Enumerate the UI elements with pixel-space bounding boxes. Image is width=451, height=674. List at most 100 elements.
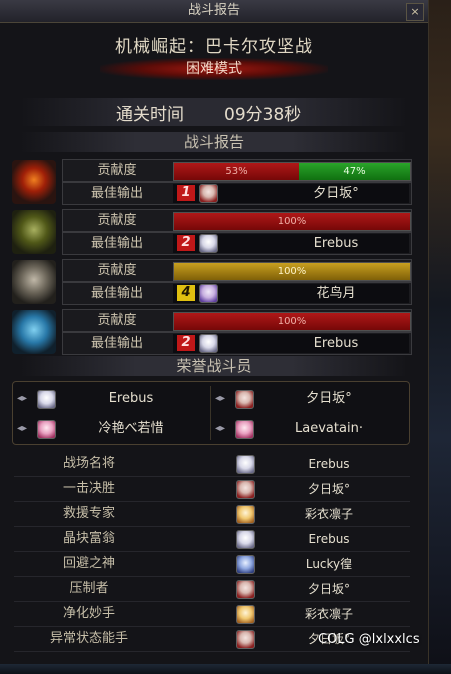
wing-icon: ◂▸ xyxy=(215,393,226,404)
player-avatar xyxy=(236,530,255,549)
best-damage-player: 1 夕日坂° xyxy=(173,184,409,203)
contribution-segment: 100% xyxy=(174,313,410,330)
award-title: 回避之神 xyxy=(62,556,115,571)
award-row: 晶块富翁 Erebus xyxy=(14,527,410,552)
honor-member-name: 冷艳べ若惜 xyxy=(98,421,164,436)
honor-member[interactable]: ◂▸ 冷艳べ若惜 xyxy=(17,414,213,444)
player-avatar xyxy=(37,420,56,439)
award-title: 压制者 xyxy=(69,581,109,596)
award-player-name: 彩衣凛子 xyxy=(304,507,353,521)
best-damage-player: 4 花鸟月 xyxy=(173,284,409,303)
rank-icon: 1 xyxy=(177,185,195,201)
award-title: 战场名将 xyxy=(62,456,115,471)
contribution-label: 贡献度 xyxy=(97,313,137,328)
wing-icon: ◂▸ xyxy=(17,423,28,434)
best-damage-label: 最佳输出 xyxy=(90,236,143,251)
player-avatar xyxy=(199,284,218,303)
best-damage-row: 最佳输出 2 Erebus xyxy=(62,232,412,255)
contribution-label: 贡献度 xyxy=(97,213,137,228)
honor-member[interactable]: ◂▸ Erebus xyxy=(17,384,213,414)
best-damage-label: 最佳输出 xyxy=(90,286,143,301)
member-row: 贡献度 100% 最佳输出 4 花鸟月 xyxy=(12,258,412,305)
close-button[interactable]: × xyxy=(406,3,424,21)
award-player-name: 夕日坂° xyxy=(307,482,350,496)
player-avatar xyxy=(199,184,218,203)
window-titlebar[interactable]: 战斗报告 × xyxy=(0,0,428,23)
award-title: 净化妙手 xyxy=(62,606,115,621)
wing-icon: ◂▸ xyxy=(215,423,226,434)
player-avatar xyxy=(236,505,255,524)
clear-time-value: 09分38秒 xyxy=(224,105,302,125)
award-title: 一击决胜 xyxy=(62,481,115,496)
contribution-row: 贡献度 100% xyxy=(62,259,412,282)
player-avatar xyxy=(199,234,218,253)
report-section-header: 战斗报告 xyxy=(20,132,408,152)
award-row: 净化妙手 彩衣凛子 xyxy=(14,602,410,627)
contribution-label: 贡献度 xyxy=(97,163,137,178)
award-player-name: Erebus xyxy=(308,532,350,546)
player-avatar xyxy=(199,334,218,353)
honor-member-name: Laevatain· xyxy=(295,421,363,436)
best-player-name: 夕日坂° xyxy=(313,186,359,201)
contribution-row: 贡献度 100% xyxy=(62,209,412,232)
contribution-segment: 100% xyxy=(174,213,410,230)
best-damage-row: 最佳输出 2 Erebus xyxy=(62,332,412,355)
wing-icon: ◂▸ xyxy=(17,393,28,404)
award-row: 回避之神 Lucky徨 xyxy=(14,552,410,577)
honor-member-name: Erebus xyxy=(108,391,154,406)
raid-title: 机械崛起：巴卡尔攻坚战 xyxy=(115,37,313,57)
award-row: 压制者 夕日坂° xyxy=(14,577,410,602)
award-row: 救援专家 彩衣凛子 xyxy=(14,502,410,527)
clear-time-row: 通关时间 09分38秒 xyxy=(20,98,408,126)
best-damage-player: 2 Erebus xyxy=(173,234,409,253)
battle-report-window: 战斗报告 × 机械崛起：巴卡尔攻坚战 困难模式 通关时间 09分38秒 战斗报告… xyxy=(0,0,429,674)
honor-member-name: 夕日坂° xyxy=(306,391,352,406)
player-avatar xyxy=(235,390,254,409)
window-title: 战斗报告 xyxy=(187,3,240,18)
contribution-bar: 100% xyxy=(173,212,411,231)
class-emblem-icon xyxy=(12,210,56,254)
contribution-segment: 100% xyxy=(174,263,410,280)
contribution-row: 贡献度 53% 47% xyxy=(62,159,412,182)
award-row: 一击决胜 夕日坂° xyxy=(14,477,410,502)
best-damage-row: 最佳输出 1 夕日坂° xyxy=(62,182,412,205)
best-player-name: Erebus xyxy=(313,236,359,251)
class-emblem-icon xyxy=(12,310,56,354)
best-damage-row: 最佳输出 4 花鸟月 xyxy=(62,282,412,305)
best-damage-player: 2 Erebus xyxy=(173,334,409,353)
rank-icon: 4 xyxy=(177,285,195,301)
contribution-segment: 47% xyxy=(299,163,410,180)
class-emblem-icon xyxy=(12,160,56,204)
honor-section-header: 荣誉战斗员 xyxy=(20,356,408,376)
bottom-hud-strip xyxy=(0,664,451,674)
difficulty-mode: 困难模式 xyxy=(100,58,328,80)
contribution-bar: 53% 47% xyxy=(173,162,411,181)
award-player-name: 夕日坂° xyxy=(307,582,350,596)
best-player-name: 花鸟月 xyxy=(316,286,356,301)
watermark: COLG @lxlxxlcs xyxy=(318,632,420,647)
contribution-segment: 53% xyxy=(174,163,300,180)
award-player-name: Erebus xyxy=(308,457,350,471)
member-row: 贡献度 53% 47% 最佳输出 1 夕日坂° xyxy=(12,158,412,205)
contribution-row: 贡献度 100% xyxy=(62,309,412,332)
award-player-name: 彩衣凛子 xyxy=(304,607,353,621)
member-row: 贡献度 100% 最佳输出 2 Erebus xyxy=(12,208,412,255)
rank-icon: 2 xyxy=(177,235,195,251)
award-row: 战场名将 Erebus xyxy=(14,452,410,477)
contribution-bar: 100% xyxy=(173,262,411,281)
honor-member[interactable]: ◂▸ 夕日坂° xyxy=(215,384,411,414)
clear-time-label: 通关时间 xyxy=(116,105,184,125)
contribution-bar: 100% xyxy=(173,312,411,331)
player-avatar xyxy=(236,455,255,474)
award-title: 晶块富翁 xyxy=(62,531,115,546)
award-player-name: Lucky徨 xyxy=(305,557,353,571)
player-avatar xyxy=(235,420,254,439)
rank-icon: 2 xyxy=(177,335,195,351)
best-player-name: Erebus xyxy=(313,336,359,351)
player-avatar xyxy=(236,580,255,599)
player-avatar xyxy=(236,480,255,499)
player-avatar xyxy=(37,390,56,409)
honor-member[interactable]: ◂▸ Laevatain· xyxy=(215,414,411,444)
class-emblem-icon xyxy=(12,260,56,304)
award-title: 救援专家 xyxy=(62,506,115,521)
